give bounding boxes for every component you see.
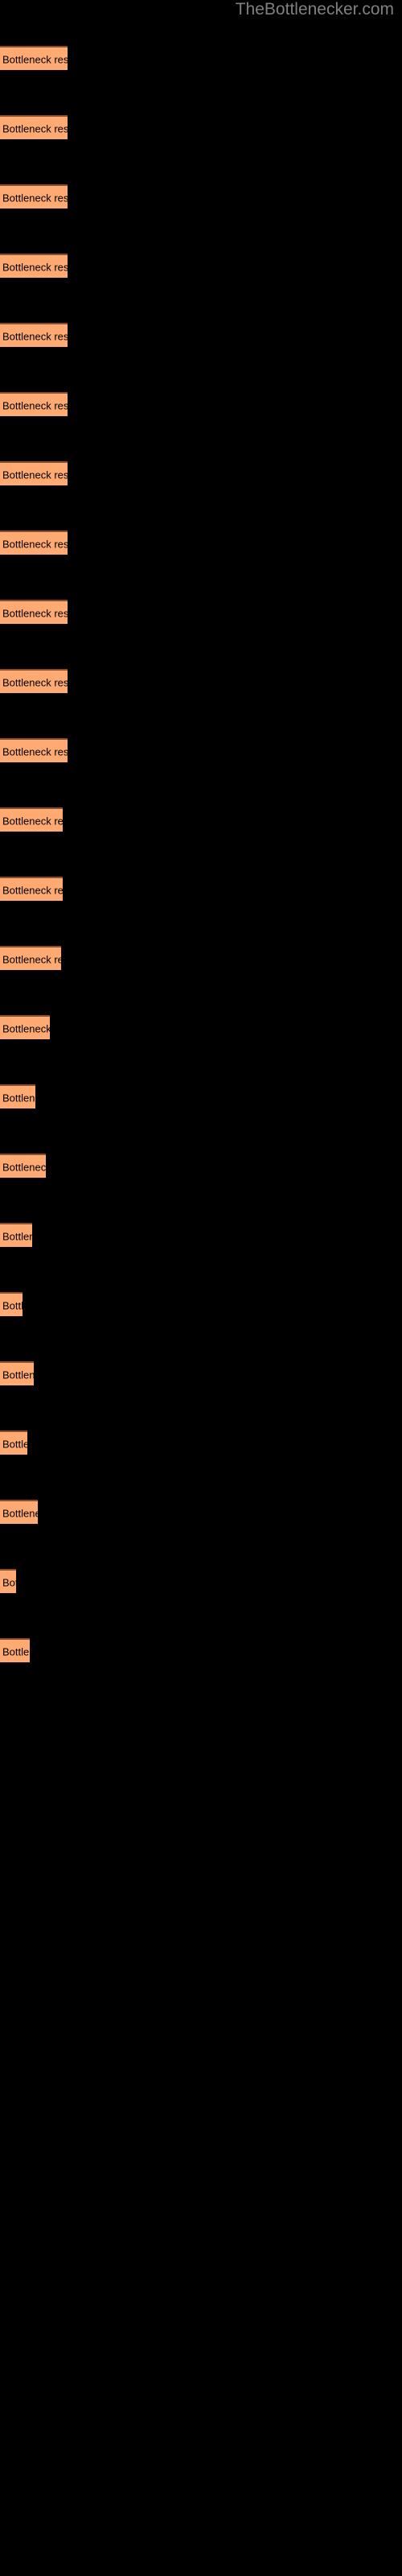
bar-label: Bottleneck result xyxy=(2,1022,50,1035)
bar-row: Bottleneck result xyxy=(0,115,402,139)
bar-label: Bottleneck result xyxy=(2,1576,16,1589)
bar-label: Bottleneck result xyxy=(2,399,68,412)
bar-row: Bottleneck result xyxy=(0,392,402,416)
bar-label: Bottleneck result xyxy=(2,122,68,135)
chart-bar[interactable]: Bottleneck result xyxy=(0,1015,50,1039)
bar-label: Bottleneck result xyxy=(2,1438,27,1451)
bar-row: Bottleneck result xyxy=(0,1500,402,1524)
bar-row: Bottleneck result xyxy=(0,877,402,901)
bar-label: Bottleneck result xyxy=(2,1368,34,1381)
chart-bar[interactable]: Bottleneck result xyxy=(0,530,68,555)
bar-label: Bottleneck result xyxy=(2,1161,46,1174)
bar-label: Bottleneck result xyxy=(2,953,61,966)
bar-chart-plot-area: Bottleneck result Bottleneck result Bottle… xyxy=(0,0,402,2576)
bar-row: Bottleneck result xyxy=(0,1084,402,1108)
bar-row: Bottleneck result xyxy=(0,738,402,762)
bar-row: Bottleneck result xyxy=(0,807,402,832)
chart-bar[interactable]: Bottleneck result xyxy=(0,115,68,139)
bar-row: Bottleneck result xyxy=(0,1015,402,1039)
bar-label: Bottleneck result xyxy=(2,607,68,620)
page-root: TheBottlenecker.com Bottleneck resultBot… xyxy=(0,0,402,2576)
chart-bar[interactable]: Bottleneck result xyxy=(0,392,68,416)
bar-row: Bottleneck result xyxy=(0,1361,402,1385)
bar-row: Bottleneck result xyxy=(0,1569,402,1593)
bar-label: Bottleneck result xyxy=(2,330,68,343)
bar-label: Bottleneck result xyxy=(2,884,63,897)
bar-row: Bottleneck result xyxy=(0,323,402,347)
bar-row: Bottleneck result xyxy=(0,461,402,485)
chart-bar[interactable]: Bottleneck result xyxy=(0,1154,46,1178)
chart-bar[interactable]: Bottleneck result xyxy=(0,1223,32,1247)
chart-bar[interactable]: Bottleneck result xyxy=(0,1084,35,1108)
bar-row: Bottleneck result xyxy=(0,1638,402,1662)
chart-bar[interactable]: Bottleneck result xyxy=(0,1500,38,1524)
bar-label: Bottleneck result xyxy=(2,1507,38,1520)
bar-label: Bottleneck result xyxy=(2,538,68,551)
bar-label: Bottleneck result xyxy=(2,815,63,828)
bar-row: Bottleneck result xyxy=(0,530,402,555)
bar-label: Bottleneck result xyxy=(2,1645,30,1658)
bar-label: Bottleneck result xyxy=(2,676,68,689)
chart-bar[interactable]: Bottleneck result xyxy=(0,600,68,624)
chart-bar[interactable]: Bottleneck result xyxy=(0,877,63,901)
bar-row: Bottleneck result xyxy=(0,1292,402,1316)
bar-label: Bottleneck result xyxy=(2,1092,35,1104)
bar-label: Bottleneck result xyxy=(2,745,68,758)
bar-label: Bottleneck result xyxy=(2,1299,23,1312)
bar-row: Bottleneck result xyxy=(0,1430,402,1455)
chart-bar[interactable]: Bottleneck result xyxy=(0,1292,23,1316)
chart-bar[interactable]: Bottleneck result xyxy=(0,254,68,278)
chart-bar[interactable]: Bottleneck result xyxy=(0,461,68,485)
chart-bar[interactable]: Bottleneck result xyxy=(0,738,68,762)
bar-row: Bottleneck result xyxy=(0,669,402,693)
bar-row: Bottleneck result xyxy=(0,184,402,208)
chart-bar[interactable]: Bottleneck result xyxy=(0,184,68,208)
bar-label: Bottleneck result xyxy=(2,192,68,204)
bar-row: Bottleneck result xyxy=(0,1154,402,1178)
bar-row: Bottleneck result xyxy=(0,254,402,278)
bar-row: Bottleneck result xyxy=(0,1223,402,1247)
bar-label: Bottleneck result xyxy=(2,261,68,274)
chart-bar[interactable]: Bottleneck result xyxy=(0,1361,34,1385)
chart-bar[interactable]: Bottleneck result xyxy=(0,1638,30,1662)
chart-bar[interactable]: Bottleneck result xyxy=(0,1569,16,1593)
bar-row: Bottleneck result xyxy=(0,600,402,624)
bar-row: Bottleneck result xyxy=(0,946,402,970)
chart-bar[interactable]: Bottleneck result xyxy=(0,46,68,70)
bar-row: Bottleneck result xyxy=(0,46,402,70)
chart-bar[interactable]: Bottleneck result xyxy=(0,1430,27,1455)
chart-bar[interactable]: Bottleneck result xyxy=(0,807,63,832)
bar-label: Bottleneck result xyxy=(2,1230,32,1243)
chart-bar[interactable]: Bottleneck result xyxy=(0,323,68,347)
chart-bar[interactable]: Bottleneck result xyxy=(0,946,61,970)
bar-label: Bottleneck result xyxy=(2,53,68,66)
bar-label: Bottleneck result xyxy=(2,469,68,481)
chart-bar[interactable]: Bottleneck result xyxy=(0,669,68,693)
